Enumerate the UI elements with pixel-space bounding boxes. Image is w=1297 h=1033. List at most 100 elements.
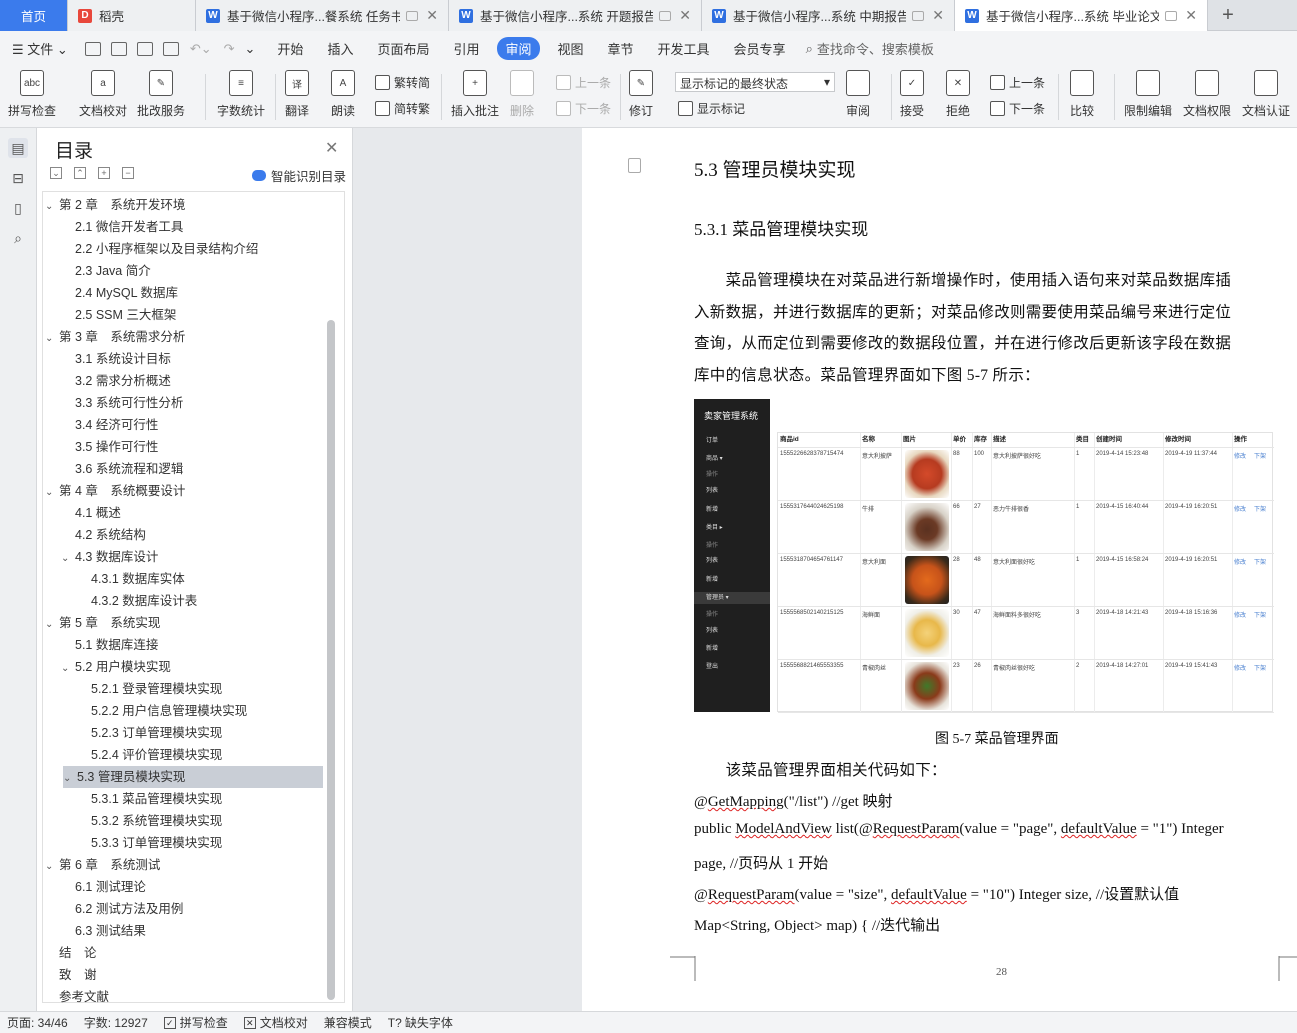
- status-doc-check[interactable]: ✕ 文档校对: [243, 1014, 308, 1031]
- chevron-down-icon[interactable]: ⌄: [45, 482, 59, 504]
- toc-item[interactable]: 2.2 小程序框架以及目录结构介绍: [75, 238, 258, 260]
- track-changes-button[interactable]: ✎ 修订: [629, 70, 653, 119]
- tab-doc-proposal[interactable]: W 基于微信小程序...系统 开题报告 ✕: [449, 0, 702, 31]
- toc-item[interactable]: ⌄ 4.3 数据库设计: [61, 546, 158, 568]
- toc-item[interactable]: ⌄ 第 5 章 系统实现: [45, 612, 160, 634]
- menu-view[interactable]: 视图: [558, 39, 584, 58]
- smart-toc-button[interactable]: 智能识别目录: [252, 166, 346, 185]
- toc-item[interactable]: 3.4 经济可行性: [75, 414, 158, 436]
- new-tab-button[interactable]: +: [1208, 0, 1248, 30]
- export-icon[interactable]: [110, 41, 127, 56]
- toc-item[interactable]: 6.1 测试理论: [75, 876, 146, 898]
- save-icon[interactable]: [84, 41, 101, 56]
- toc-item[interactable]: ⌄ 第 2 章 系统开发环境: [45, 194, 185, 216]
- toc-icon[interactable]: ▤: [8, 138, 28, 158]
- doc-outline-icon[interactable]: [628, 158, 641, 173]
- menu-start[interactable]: 开始: [277, 39, 303, 58]
- word-count-button[interactable]: ≡ 字数统计: [217, 70, 265, 119]
- toc-item[interactable]: 致 谢: [59, 964, 97, 986]
- toc-scrollbar[interactable]: [327, 320, 335, 1000]
- toc-item[interactable]: 2.4 MySQL 数据库: [75, 282, 178, 304]
- toc-item[interactable]: 4.2 系统结构: [75, 524, 146, 546]
- toc-item[interactable]: 5.2.1 登录管理模块实现: [91, 678, 222, 700]
- toc-item[interactable]: 5.3.2 系统管理模块实现: [91, 810, 222, 832]
- chevron-down-icon[interactable]: ⌄: [61, 658, 75, 680]
- translate-button[interactable]: 译翻译: [285, 70, 309, 119]
- next-comment-button[interactable]: 下一条: [556, 100, 611, 117]
- tab-doc-midterm[interactable]: W 基于微信小程序...系统 中期报告 ✕: [702, 0, 955, 31]
- toc-item[interactable]: 3.5 操作可行性: [75, 436, 158, 458]
- trad-to-simp-button[interactable]: 繁转简: [375, 74, 430, 91]
- toc-item[interactable]: 3.6 系统流程和逻辑: [75, 458, 183, 480]
- chevron-down-icon[interactable]: ⌄: [45, 328, 59, 350]
- collapse-all-icon[interactable]: ⌄: [50, 167, 62, 179]
- next-change-button[interactable]: 下一条: [990, 100, 1045, 117]
- toc-item[interactable]: ⌄ 第 3 章 系统需求分析: [45, 326, 185, 348]
- print-preview-icon[interactable]: [162, 41, 179, 56]
- doc-rights-button[interactable]: 文档权限: [1183, 70, 1231, 119]
- restrict-edit-button[interactable]: 限制编辑: [1124, 70, 1172, 119]
- delete-comment-button[interactable]: 删除: [510, 70, 534, 119]
- page-indicator[interactable]: 页面: 34/46: [7, 1014, 68, 1031]
- accept-button[interactable]: ✓ 接受: [900, 70, 924, 119]
- toc-item[interactable]: 4.3.2 数据库设计表: [91, 590, 197, 612]
- print-icon[interactable]: [136, 41, 153, 56]
- doc-check-button[interactable]: a 文档校对: [79, 70, 127, 119]
- menu-section[interactable]: 章节: [608, 39, 634, 58]
- undo-icon[interactable]: ↶⌄: [190, 41, 212, 57]
- toc-item[interactable]: 2.1 微信开发者工具: [75, 216, 183, 238]
- toc-item[interactable]: 2.5 SSM 三大框架: [75, 304, 176, 326]
- expand-all-icon[interactable]: ⌃: [74, 167, 86, 179]
- menu-file[interactable]: ☰ 文件 ⌄: [12, 39, 68, 58]
- remove-heading-icon[interactable]: −: [122, 167, 134, 179]
- outline-icon[interactable]: ⊟: [8, 168, 28, 188]
- redo-icon[interactable]: ↷: [224, 41, 235, 57]
- add-heading-icon[interactable]: +: [98, 167, 110, 179]
- chevron-down-icon[interactable]: ⌄: [63, 768, 77, 790]
- chevron-down-icon[interactable]: ⌄: [45, 614, 59, 636]
- compare-button[interactable]: 比较: [1070, 70, 1094, 119]
- toc-item[interactable]: 3.3 系统可行性分析: [75, 392, 183, 414]
- compat-mode-indicator[interactable]: 兼容模式: [324, 1014, 372, 1031]
- status-spell-check[interactable]: ✓ 拼写检查: [163, 1014, 228, 1031]
- document-page[interactable]: 5.3 管理员模块实现 5.3.1 菜品管理模块实现 菜品管理模块在对菜品进行新…: [582, 128, 1297, 1011]
- tab-doc-thesis[interactable]: W 基于微信小程序...系统 毕业论文 ✕: [955, 0, 1208, 31]
- search-icon[interactable]: ⌕: [8, 228, 28, 248]
- chevron-down-icon[interactable]: ⌄: [61, 548, 75, 570]
- close-icon[interactable]: ✕: [426, 7, 438, 24]
- bookmark-icon[interactable]: ▯: [8, 198, 28, 218]
- toc-item[interactable]: 3.1 系统设计目标: [75, 348, 171, 370]
- toc-item[interactable]: 5.2.4 评价管理模块实现: [91, 744, 222, 766]
- read-aloud-button[interactable]: A 朗读: [331, 70, 355, 119]
- tab-home[interactable]: 首页: [0, 0, 68, 31]
- toc-item[interactable]: 参考文献: [59, 986, 109, 1008]
- close-icon[interactable]: ✕: [679, 7, 691, 24]
- show-markup-button[interactable]: 显示标记: [678, 100, 745, 117]
- batch-service-button[interactable]: ✎ 批改服务: [137, 70, 185, 119]
- menu-review[interactable]: 审阅: [497, 37, 540, 60]
- toc-item[interactable]: 4.1 概述: [75, 502, 121, 524]
- toc-item[interactable]: ⌄ 第 6 章 系统测试: [45, 854, 160, 876]
- menu-member[interactable]: 会员专享: [734, 39, 786, 58]
- word-count-indicator[interactable]: 字数: 12927: [84, 1014, 148, 1031]
- prev-change-button[interactable]: 上一条: [990, 74, 1045, 91]
- tab-daoke[interactable]: D 稻壳: [68, 0, 196, 31]
- markup-mode-select[interactable]: 显示标记的最终状态 ▾: [675, 72, 835, 92]
- toc-item[interactable]: 6.2 测试方法及用例: [75, 898, 183, 920]
- toc-item[interactable]: 结 论: [59, 942, 97, 964]
- command-search[interactable]: ⌕ 查找命令、搜索模板: [806, 39, 934, 58]
- missing-font-indicator[interactable]: T? 缺失字体: [388, 1014, 453, 1031]
- close-icon[interactable]: ✕: [932, 7, 944, 24]
- toc-item[interactable]: ⌄ 5.2 用户模块实现: [61, 656, 171, 678]
- prev-comment-button[interactable]: 上一条: [556, 74, 611, 91]
- close-icon[interactable]: ✕: [325, 138, 338, 158]
- doc-cert-button[interactable]: 文档认证: [1242, 70, 1290, 119]
- chevron-down-icon[interactable]: ⌄: [45, 196, 59, 218]
- close-icon[interactable]: ✕: [1185, 7, 1197, 24]
- menu-reference[interactable]: 引用: [453, 39, 479, 58]
- insert-comment-button[interactable]: + 插入批注: [451, 70, 499, 119]
- toc-item[interactable]: 3.2 需求分析概述: [75, 370, 171, 392]
- reject-button[interactable]: ✕ 拒绝: [946, 70, 970, 119]
- toc-item[interactable]: 5.3.3 订单管理模块实现: [91, 832, 222, 854]
- tab-doc-task[interactable]: W 基于微信小程序...餐系统 任务书 ✕: [196, 0, 449, 31]
